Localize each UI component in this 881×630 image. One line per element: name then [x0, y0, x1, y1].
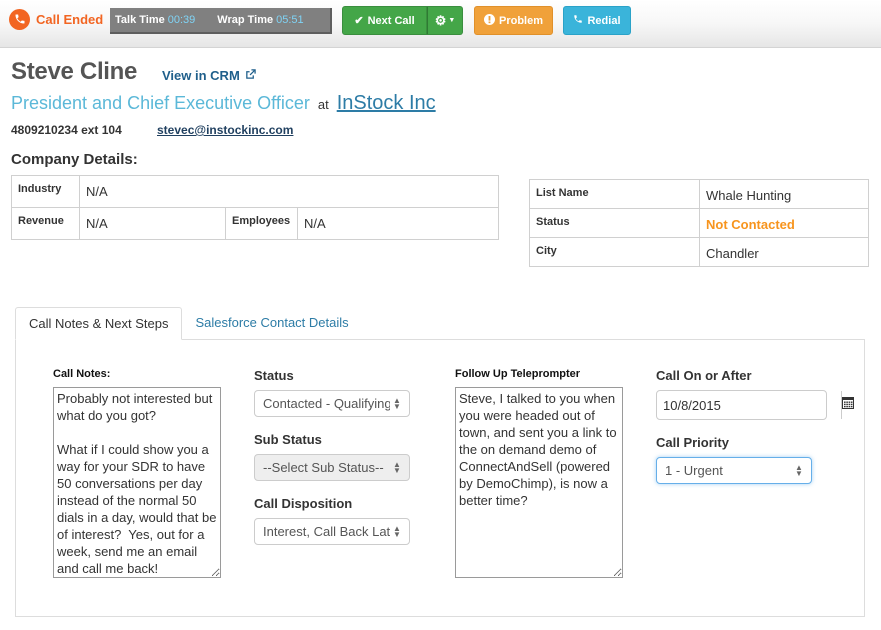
contact-phone: 4809210234 ext 104	[11, 123, 122, 137]
call-disposition-label: Call Disposition	[254, 496, 353, 511]
at-text: at	[317, 97, 329, 112]
call-priority-label: Call Priority	[656, 435, 729, 450]
calendar-button[interactable]	[841, 391, 854, 419]
next-call-button[interactable]: ✔ Next Call	[342, 6, 427, 35]
call-priority-select-value: 1 - Urgent	[665, 463, 723, 478]
call-notes-textarea[interactable]: Probably not interested but what do you …	[53, 387, 221, 578]
contact-email-link[interactable]: stevec@instockinc.com	[157, 123, 293, 137]
talk-time-value: 00:39	[167, 14, 196, 26]
call-on-after-label: Call On or After	[656, 368, 752, 383]
wrap-time-label: Wrap Time	[217, 14, 274, 26]
talk-time-label: Talk Time	[115, 14, 165, 26]
redial-button[interactable]: Redial	[563, 6, 631, 35]
company-details-table: Industry N/A Revenue N/A Employees N/A	[11, 175, 499, 240]
problem-label: Problem	[498, 14, 543, 27]
company-link[interactable]: InStock Inc	[337, 92, 436, 114]
call-notes-label: Call Notes:	[53, 368, 111, 380]
status-label: Status	[529, 208, 700, 238]
problem-button[interactable]: Problem	[474, 6, 553, 35]
company-details-heading: Company Details:	[11, 151, 138, 168]
city-label: City	[529, 237, 700, 267]
call-ended-label: Call Ended	[36, 11, 104, 27]
table-row: Status Not Contacted	[529, 208, 869, 238]
tab-call-notes[interactable]: Call Notes & Next Steps	[15, 307, 183, 340]
revenue-value: N/A	[79, 207, 226, 240]
status-select[interactable]: Contacted - Qualifying ▲ ▼	[254, 390, 410, 417]
status-field-label: Status	[254, 368, 294, 383]
calendar-icon	[842, 396, 854, 414]
select-arrows-icon: ▲ ▼	[393, 459, 401, 475]
settings-dropdown-button[interactable]: ⚙ ▼	[427, 6, 463, 35]
industry-value: N/A	[79, 175, 499, 208]
redial-label: Redial	[587, 14, 621, 27]
exclamation-circle-icon	[483, 13, 495, 28]
tab-salesforce-contact-details[interactable]: Salesforce Contact Details	[182, 307, 361, 340]
contact-title-line: President and Chief Executive Officer at…	[11, 92, 436, 115]
call-on-after-input[interactable]	[657, 391, 841, 419]
industry-label: Industry	[11, 175, 80, 208]
external-link-icon	[245, 69, 257, 83]
call-toolbar: Call Ended Talk Time 00:39 Wrap Time 05:…	[0, 0, 881, 48]
contact-name: Steve Cline	[11, 58, 138, 85]
wrap-time-value: 05:51	[276, 14, 304, 26]
check-icon: ✔	[354, 15, 364, 27]
call-status: Call Ended	[9, 8, 103, 30]
city-value: Chandler	[699, 237, 869, 267]
call-priority-select[interactable]: 1 - Urgent ▲ ▼	[656, 457, 812, 484]
sub-status-select[interactable]: --Select Sub Status-- ▲ ▼	[254, 454, 410, 481]
view-in-crm-link[interactable]: View in CRM	[162, 68, 257, 83]
employees-label: Employees	[225, 207, 298, 240]
table-row: Industry N/A	[11, 175, 499, 208]
view-in-crm-label: View in CRM	[162, 68, 240, 83]
next-call-label: Next Call	[367, 14, 415, 27]
select-arrows-icon: ▲ ▼	[393, 523, 401, 539]
employees-value: N/A	[297, 207, 499, 240]
contact-job-title: President and Chief Executive Officer	[11, 93, 310, 113]
list-info-table: List Name Whale Hunting Status Not Conta…	[529, 179, 869, 267]
status-select-value: Contacted - Qualifying	[263, 396, 390, 411]
table-row: City Chandler	[529, 237, 869, 267]
revenue-label: Revenue	[11, 207, 80, 240]
sub-status-label: Sub Status	[254, 432, 322, 447]
phone-icon	[573, 14, 583, 27]
caret-down-icon: ▼	[448, 17, 456, 24]
call-timers: Talk Time 00:39 Wrap Time 05:51	[110, 8, 332, 34]
call-disposition-select[interactable]: Interest, Call Back Later ▲ ▼	[254, 518, 410, 545]
table-row: Revenue N/A Employees N/A	[11, 207, 499, 240]
list-name-value: Whale Hunting	[699, 179, 869, 209]
call-disposition-select-value: Interest, Call Back Later	[263, 524, 390, 539]
select-arrows-icon: ▲ ▼	[393, 395, 401, 411]
list-name-label: List Name	[529, 179, 700, 209]
tab-bar: Call Notes & Next Steps Salesforce Conta…	[15, 307, 362, 340]
gear-icon: ⚙	[434, 12, 447, 28]
table-row: List Name Whale Hunting	[529, 179, 869, 209]
call-on-after-date-picker	[656, 390, 854, 420]
status-badge: Not Contacted	[699, 208, 869, 238]
teleprompter-label: Follow Up Teleprompter	[455, 368, 581, 380]
phone-icon	[9, 8, 30, 30]
select-arrows-icon: ▲ ▼	[795, 462, 803, 478]
teleprompter-textarea[interactable]: Steve, I talked to you when you were hea…	[455, 387, 623, 578]
sub-status-select-value: --Select Sub Status--	[263, 460, 384, 475]
